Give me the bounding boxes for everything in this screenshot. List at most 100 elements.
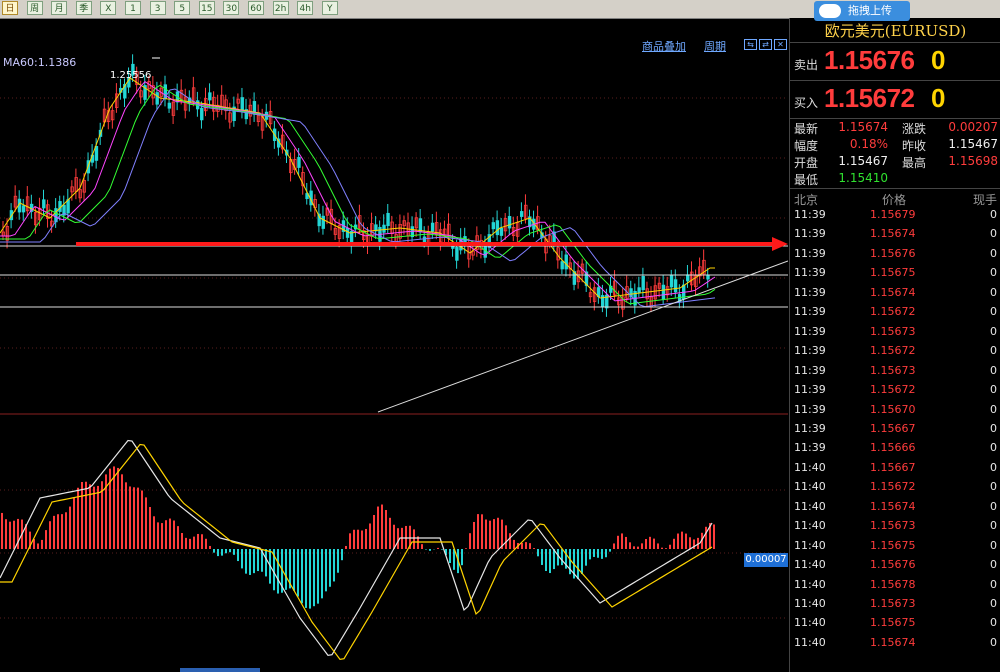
- period-button[interactable]: 3: [149, 1, 166, 15]
- overlay-link[interactable]: 商品叠加: [642, 38, 686, 54]
- tick-price: 1.15672: [870, 305, 916, 319]
- stats-divider: [790, 118, 1000, 119]
- tick-row[interactable]: 11:39 1.15672 0: [790, 383, 1000, 402]
- tick-price: 1.15673: [870, 519, 916, 533]
- tick-row[interactable]: 11:40 1.15675 0: [790, 539, 1000, 558]
- tick-row[interactable]: 11:39 1.15672 0: [790, 344, 1000, 363]
- open-value: 1.15467: [838, 154, 888, 168]
- tick-row[interactable]: 11:40 1.15672 0: [790, 480, 1000, 499]
- tick-volume: 0: [990, 441, 997, 455]
- period-button[interactable]: 季: [75, 1, 92, 15]
- candle-body: [499, 227, 504, 236]
- tick-header-price: 价格: [882, 193, 907, 207]
- tick-volume: 0: [990, 246, 997, 260]
- sell-volume: 0: [931, 45, 946, 75]
- candle-body: [641, 276, 645, 291]
- tick-time: 11:40: [794, 480, 826, 494]
- candle-body: [42, 199, 46, 209]
- tick-price: 1.15679: [870, 208, 916, 221]
- tick-time: 11:39: [794, 363, 826, 377]
- drag-upload-button[interactable]: 拖拽上传: [814, 1, 910, 21]
- buy-quote[interactable]: 买入 1.15672 0: [790, 80, 1000, 119]
- tick-volume: 0: [990, 266, 997, 280]
- period-button[interactable]: 周: [26, 1, 43, 15]
- tick-volume: 0: [990, 402, 997, 416]
- period-button[interactable]: 5: [174, 1, 191, 15]
- tick-volume: 0: [990, 383, 997, 397]
- tick-volume: 0: [990, 616, 997, 630]
- tick-volume: 0: [990, 305, 997, 319]
- tick-time: 11:40: [794, 460, 826, 474]
- trend-line: [377, 260, 788, 413]
- low-value: 1.15410: [838, 171, 888, 185]
- tick-row[interactable]: 11:40 1.15678 0: [790, 578, 1000, 597]
- sell-quote[interactable]: 卖出 1.15676 0: [790, 42, 1000, 81]
- tick-row[interactable]: 11:39 1.15673 0: [790, 364, 1000, 383]
- tick-row[interactable]: 11:39 1.15679 0: [790, 208, 1000, 227]
- tick-row[interactable]: 11:39 1.15674 0: [790, 286, 1000, 305]
- tick-volume: 0: [990, 480, 997, 494]
- tick-row[interactable]: 11:39 1.15670 0: [790, 403, 1000, 422]
- tick-time: 11:39: [794, 324, 826, 338]
- tick-row[interactable]: 11:40 1.15675 0: [790, 616, 1000, 635]
- tick-row[interactable]: 11:40 1.15667 0: [790, 461, 1000, 480]
- tick-row[interactable]: 11:39 1.15676 0: [790, 247, 1000, 266]
- period-button[interactable]: X: [100, 1, 117, 15]
- amplitude-label: 幅度: [794, 139, 819, 153]
- period-button[interactable]: 4h: [297, 1, 314, 15]
- change-label: 涨跌: [902, 122, 927, 136]
- period-button[interactable]: 15: [198, 1, 215, 15]
- tick-table-header: 北京 价格 现手: [790, 188, 1000, 207]
- tick-time: 11:40: [794, 635, 826, 649]
- tick-row[interactable]: 11:40 1.15676 0: [790, 558, 1000, 577]
- period-button[interactable]: 60: [248, 1, 264, 15]
- tick-row[interactable]: 11:39 1.15673 0: [790, 325, 1000, 344]
- tick-row[interactable]: 11:39 1.15674 0: [790, 227, 1000, 246]
- tick-price: 1.15676: [870, 558, 916, 572]
- period-button[interactable]: 2h: [272, 1, 289, 15]
- candle-body: [345, 227, 350, 238]
- period-button[interactable]: Y: [321, 1, 338, 15]
- tick-row[interactable]: 11:39 1.15672 0: [790, 305, 1000, 324]
- zoom-out-icon[interactable]: ⇄: [759, 39, 772, 50]
- period-button[interactable]: 日: [2, 1, 18, 15]
- period-button[interactable]: 1: [125, 1, 141, 15]
- tick-row[interactable]: 11:40 1.15674 0: [790, 500, 1000, 519]
- tick-row[interactable]: 11:39 1.15675 0: [790, 266, 1000, 285]
- tick-price: 1.15674: [870, 285, 916, 299]
- candle-body: [455, 247, 459, 261]
- candle-body: [21, 205, 26, 213]
- period-button[interactable]: 月: [51, 1, 68, 15]
- tick-volume: 0: [990, 324, 997, 338]
- zoom-in-icon[interactable]: ⇆: [744, 39, 757, 50]
- close-icon[interactable]: ✕: [774, 39, 787, 50]
- tick-row[interactable]: 11:39 1.15667 0: [790, 422, 1000, 441]
- open-label: 开盘: [794, 156, 819, 170]
- tick-time: 11:39: [794, 383, 826, 397]
- tick-time: 11:40: [794, 538, 826, 552]
- tick-time: 11:39: [794, 402, 826, 416]
- sell-price: 1.15676: [824, 45, 915, 75]
- tick-price: 1.15674: [870, 499, 916, 513]
- tick-time: 11:39: [794, 266, 826, 280]
- tick-row[interactable]: 11:40 1.15674 0: [790, 636, 1000, 655]
- tick-price: 1.15675: [870, 538, 916, 552]
- tick-row[interactable]: 11:39 1.15666 0: [790, 441, 1000, 460]
- period-button[interactable]: 30: [223, 1, 240, 15]
- candlestick-chart-area[interactable]: 商品叠加 周期 ⇆ ⇄ ✕ MA60:1.1386 1.25556 0.0000…: [0, 18, 788, 672]
- tick-time: 11:40: [794, 519, 826, 533]
- tick-volume: 0: [990, 363, 997, 377]
- candle-body: [94, 146, 99, 161]
- candle-body: [382, 224, 386, 233]
- tick-row[interactable]: 11:40 1.15673 0: [790, 519, 1000, 538]
- candle-body: [669, 274, 674, 288]
- period-link[interactable]: 周期: [704, 38, 726, 54]
- tick-row[interactable]: 11:40 1.15673 0: [790, 597, 1000, 616]
- tick-volume: 0: [990, 558, 997, 572]
- tick-time: 11:40: [794, 616, 826, 630]
- tick-price: 1.15672: [870, 383, 916, 397]
- tick-price: 1.15676: [870, 246, 916, 260]
- tick-volume: 0: [990, 227, 997, 241]
- prev-close-value: 1.15467: [948, 137, 998, 151]
- latest-value: 1.15674: [838, 120, 888, 134]
